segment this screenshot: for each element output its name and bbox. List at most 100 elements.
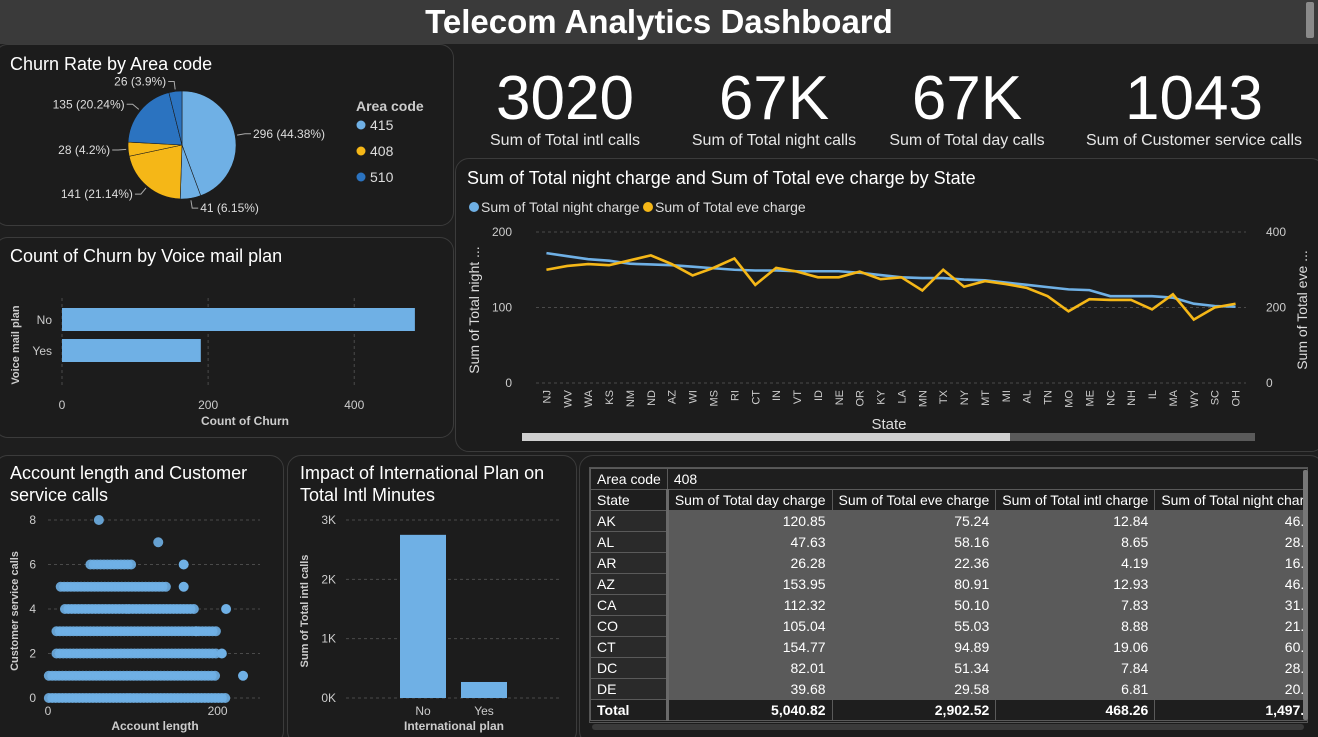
y-left-tick-label: 200 <box>492 225 512 239</box>
table-horizontal-scrollbar[interactable] <box>592 724 1304 730</box>
x-tick-label: NE <box>834 390 846 405</box>
x-tick-label: OH <box>1231 390 1243 407</box>
y-axis-title: Voice mail plan <box>10 305 22 385</box>
scatter-point <box>191 626 202 637</box>
value-cell: 8.88 <box>995 615 1156 637</box>
value-cell: 468.26 <box>995 699 1156 721</box>
x-tick-label: Yes <box>474 704 494 718</box>
value-cell: 7.84 <box>995 657 1156 679</box>
pie-leader-line <box>237 133 252 136</box>
y-tick-label: 3K <box>321 513 336 527</box>
state-cell: AZ <box>590 573 669 595</box>
kpi-customer-service-calls: 1043 Sum of Customer service calls <box>1074 68 1314 150</box>
table-row[interactable]: DE39.6829.586.8120.3 <box>590 678 1307 700</box>
scatter-point <box>126 559 137 570</box>
table-row[interactable]: AZ153.9580.9112.9346.4 <box>590 573 1307 595</box>
y-right-tick-label: 200 <box>1266 301 1286 315</box>
kpi-total-night-calls: 67K Sum of Total night calls <box>674 68 874 150</box>
x-axis-title: Account length <box>111 719 198 733</box>
y-left-tick-label: 100 <box>492 301 512 315</box>
scatter-point <box>160 581 171 592</box>
x-tick-label: 200 <box>208 704 228 718</box>
scatter-point <box>210 670 221 681</box>
y-left-axis-title: Sum of Total night ... <box>466 246 482 373</box>
column-header-eve-charge[interactable]: Sum of Total eve charge <box>831 489 997 511</box>
y-right-tick-label: 400 <box>1266 225 1286 239</box>
state-cell: CT <box>590 636 669 658</box>
state-cell: AL <box>590 531 669 553</box>
value-cell: 75.24 <box>831 510 997 532</box>
table-row[interactable]: AL47.6358.168.6528.3 <box>590 531 1307 553</box>
x-tick-label: WV <box>562 389 574 407</box>
x-tick-label: AZ <box>667 390 679 404</box>
intl-plan-panel-title-1: Impact of International Plan on <box>300 463 545 483</box>
value-cell: 4.19 <box>995 552 1156 574</box>
pie-data-label: 28 (4.2%) <box>58 143 110 157</box>
state-cell: CA <box>590 594 669 616</box>
value-cell: 51.34 <box>831 657 997 679</box>
y-tick-label: Yes <box>32 344 52 358</box>
value-cell: 80.91 <box>831 573 997 595</box>
area-state-matrix[interactable]: Area code 408 State Sum of Total day cha… <box>589 467 1308 723</box>
y-tick-label: 0 <box>29 691 36 705</box>
x-tick-label: MA <box>1168 389 1180 406</box>
y-tick-label: 4 <box>29 602 36 616</box>
table-row[interactable]: DC82.0151.347.8428.1 <box>590 657 1307 679</box>
scatter-point <box>178 581 189 592</box>
voice-mail-panel-title: Count of Churn by Voice mail plan <box>10 246 283 266</box>
table-vertical-scrollbar[interactable] <box>1303 470 1308 720</box>
x-tick-label: MT <box>980 390 992 406</box>
table-row[interactable]: CO105.0455.038.8821.0 <box>590 615 1307 637</box>
value-cell: 82.01 <box>666 657 833 679</box>
value-cell: 153.95 <box>666 573 833 595</box>
x-tick-label: RI <box>729 390 741 401</box>
dashboard-title: Telecom Analytics Dashboard <box>425 3 893 40</box>
value-cell: 8.65 <box>995 531 1156 553</box>
column-header-intl-charge[interactable]: Sum of Total intl charge <box>995 489 1156 511</box>
chart-scroll-thumb <box>522 433 1010 441</box>
column-header-day-charge[interactable]: Sum of Total day charge <box>666 489 833 511</box>
scatter-point <box>238 670 249 681</box>
bar-yes <box>461 681 507 698</box>
x-tick-label: AL <box>1022 390 1034 403</box>
x-tick-label: 200 <box>198 398 218 412</box>
table-row[interactable]: AR26.2822.364.1916.5 <box>590 552 1307 574</box>
x-tick-label: IL <box>1147 390 1159 399</box>
dashboard-header: Telecom Analytics Dashboard <box>0 0 1318 44</box>
y-tick-label: 1K <box>321 632 336 646</box>
x-tick-label: NJ <box>541 390 553 403</box>
value-cell: 7.83 <box>995 594 1156 616</box>
y-tick-label: 0K <box>321 691 336 705</box>
column-header-night-charge[interactable]: Sum of Total night charg <box>1154 489 1307 511</box>
x-tick-label: 0 <box>45 704 52 718</box>
kpi-total-day-calls: 67K Sum of Total day calls <box>867 68 1067 150</box>
table-row[interactable]: CA112.3250.107.8331.2 <box>590 594 1307 616</box>
x-tick-label: ME <box>1084 390 1096 407</box>
pie-data-label: 296 (44.38%) <box>253 127 325 141</box>
kpi-label: Sum of Total night calls <box>691 132 857 149</box>
table-row[interactable]: CT154.7794.8919.0660.6 <box>590 636 1307 658</box>
page-scrollbar[interactable] <box>1306 2 1314 38</box>
value-cell: 21.0 <box>1154 615 1307 637</box>
x-tick-label: KS <box>604 390 616 405</box>
x-tick-label: MI <box>1001 390 1013 402</box>
value-cell: 58.16 <box>831 531 997 553</box>
x-tick-label: WI <box>688 390 700 403</box>
bar-no <box>62 308 415 331</box>
pie-legend-label: 510 <box>370 169 394 185</box>
y-tick-label: 2 <box>29 647 36 661</box>
table-total-row[interactable]: Total 5,040.82 2,902.52 468.26 1,497.3 <box>590 699 1307 721</box>
x-tick-label: MO <box>1064 390 1076 408</box>
pie-legend-label: 408 <box>370 143 394 159</box>
legend-label-eve: Sum of Total eve charge <box>655 199 806 215</box>
column-header-state[interactable]: State <box>590 489 669 511</box>
pie-legend-marker <box>356 146 366 156</box>
scatter-point <box>93 515 104 525</box>
x-tick-label: LA <box>896 389 908 403</box>
value-cell: 5,040.82 <box>666 699 833 721</box>
value-cell: 22.36 <box>831 552 997 574</box>
x-tick-label: IN <box>771 390 783 401</box>
legend-marker-night <box>469 202 479 212</box>
scatter-point <box>216 648 227 659</box>
table-row[interactable]: AK120.8575.2412.8446.7 <box>590 510 1307 532</box>
